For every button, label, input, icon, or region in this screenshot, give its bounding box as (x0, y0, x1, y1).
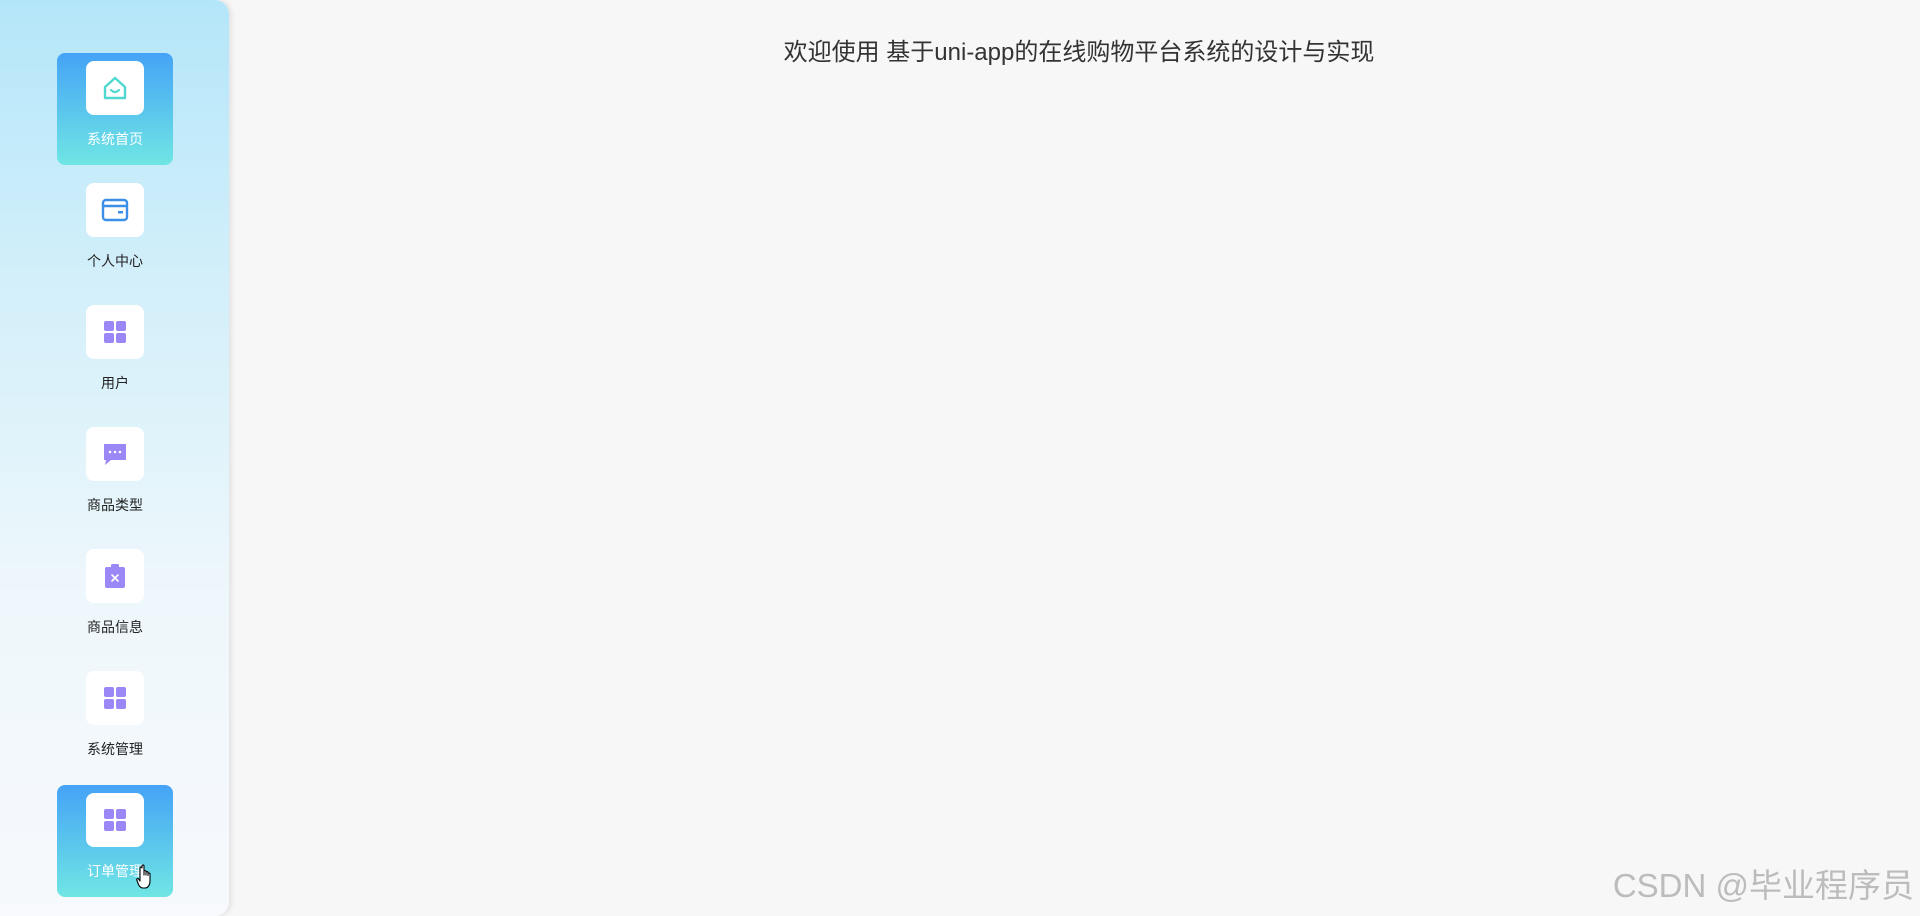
icon-box (86, 61, 144, 115)
icon-box (86, 549, 144, 603)
icon-box (86, 427, 144, 481)
sidebar-item-system-management[interactable]: 系统管理 (57, 663, 173, 775)
grid-icon (104, 687, 126, 709)
sidebar-item-product-info[interactable]: 商品信息 (57, 541, 173, 653)
clipboard-icon (105, 564, 125, 588)
sidebar: 系统首页 个人中心 用户 商品类型 商品信息 系统管理 订单管理 (0, 0, 229, 916)
wallet-card-icon (101, 198, 129, 222)
grid-icon (104, 321, 126, 343)
sidebar-item-label: 商品类型 (87, 497, 143, 513)
watermark: CSDN @毕业程序员 (1612, 867, 1914, 904)
icon-box (86, 671, 144, 725)
sidebar-item-users[interactable]: 用户 (57, 297, 173, 409)
sidebar-item-profile[interactable]: 个人中心 (57, 175, 173, 287)
sidebar-item-label: 系统管理 (87, 741, 143, 757)
sidebar-item-label: 商品信息 (87, 619, 143, 635)
sidebar-item-label: 系统首页 (87, 131, 143, 147)
sidebar-item-product-types[interactable]: 商品类型 (57, 419, 173, 531)
chat-bubble-icon (104, 444, 126, 465)
icon-box (86, 183, 144, 237)
sidebar-nav: 系统首页 个人中心 用户 商品类型 商品信息 系统管理 订单管理 (57, 53, 173, 907)
main-content: 欢迎使用 基于uni-app的在线购物平台系统的设计与实现 CSDN @毕业程序… (229, 0, 1920, 916)
icon-box (86, 793, 144, 847)
home-icon (103, 76, 127, 100)
sidebar-item-label: 用户 (101, 375, 129, 391)
sidebar-item-home[interactable]: 系统首页 (57, 53, 173, 165)
welcome-title: 欢迎使用 基于uni-app的在线购物平台系统的设计与实现 (783, 39, 1375, 66)
sidebar-item-label: 个人中心 (87, 253, 143, 269)
sidebar-item-label: 订单管理 (87, 863, 143, 879)
icon-box (86, 305, 144, 359)
app-window: 系统首页 个人中心 用户 商品类型 商品信息 系统管理 订单管理 欢迎使用 基于… (0, 0, 1920, 916)
grid-icon (104, 809, 126, 831)
hand-pointer-cursor-icon (136, 864, 151, 889)
